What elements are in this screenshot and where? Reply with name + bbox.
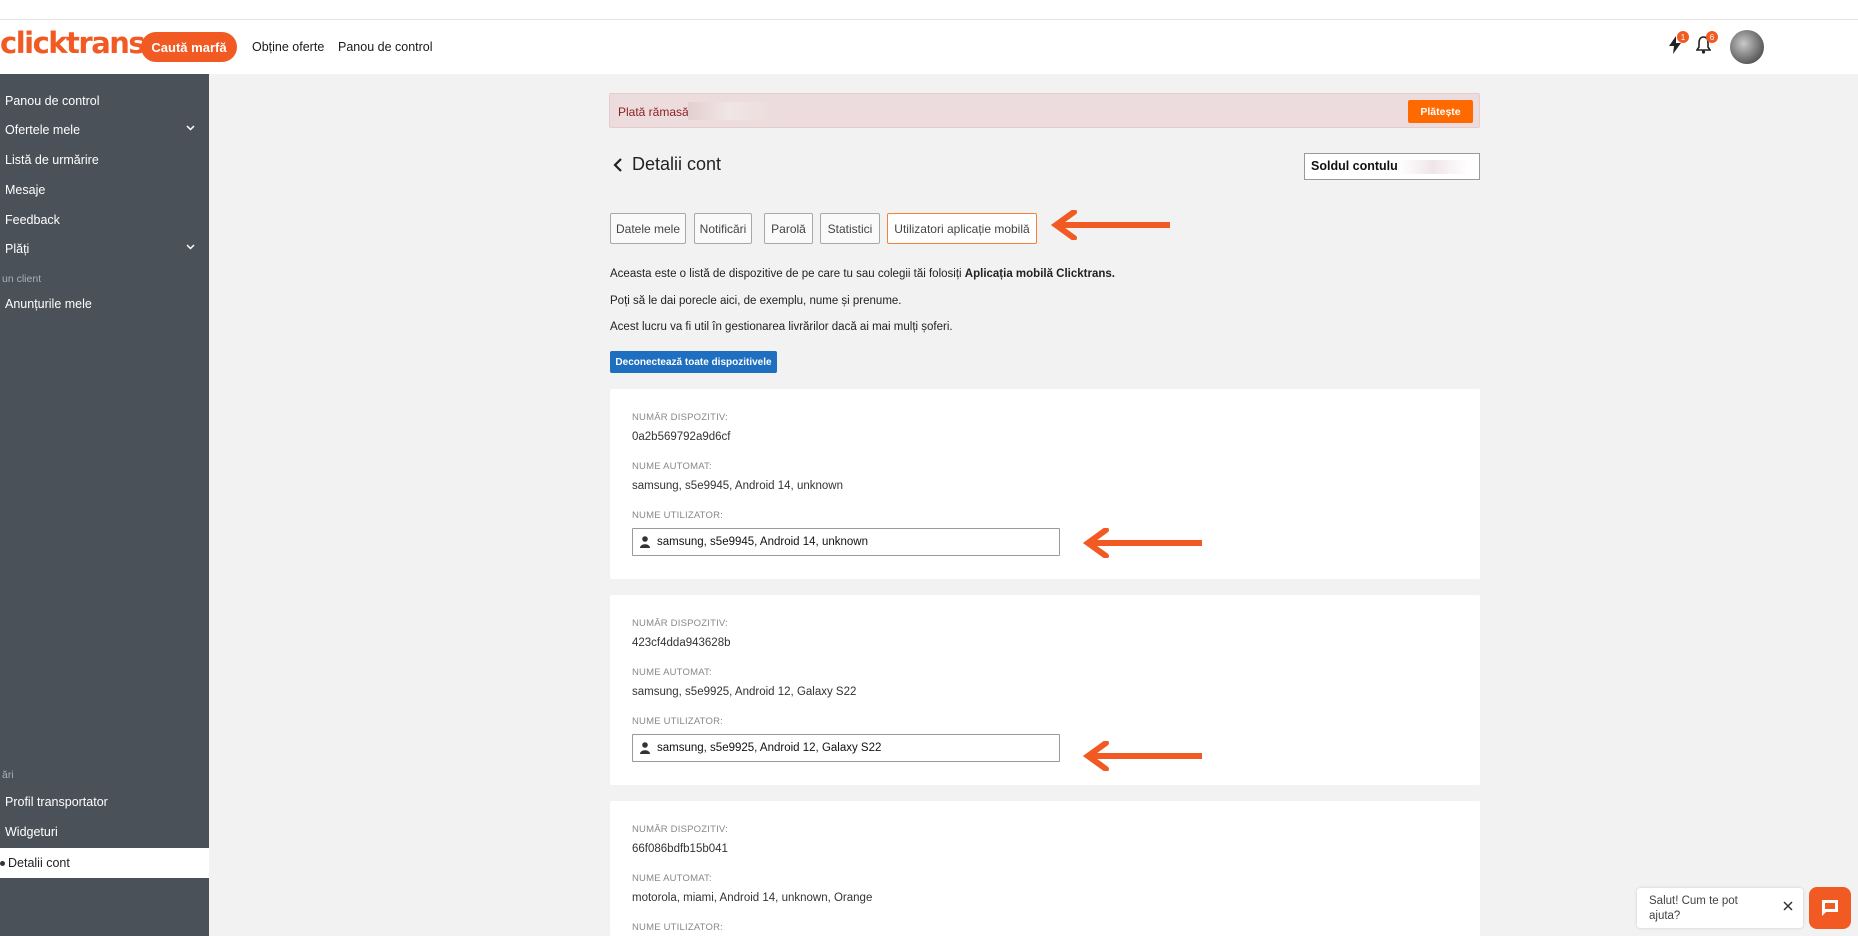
tab-password[interactable]: Parolă xyxy=(764,213,813,244)
auto-name: samsung, s5e9925, Android 12, Galaxy S22 xyxy=(632,686,857,698)
annotation-arrow-icon xyxy=(1082,528,1202,558)
bell-icon[interactable]: 6 xyxy=(1695,31,1718,59)
device-number: 423cf4dda943628b xyxy=(632,637,731,649)
auto-name-label: NUME AUTOMAT: xyxy=(632,667,712,678)
sidebar-item-payments[interactable]: Plăți xyxy=(5,242,29,256)
auto-name: samsung, s5e9945, Android 14, unknown xyxy=(632,480,843,492)
page-title: Detalii cont xyxy=(632,154,722,174)
auto-name: motorola, miami, Android 14, unknown, Or… xyxy=(632,892,873,904)
sidebar-item-feedback[interactable]: Feedback xyxy=(5,213,60,227)
sidebar-section-client: un client xyxy=(2,273,42,285)
account-balance-label: Soldul contului - xyxy=(1311,159,1409,173)
device-card: NUMĂR DISPOZITIV: 66f086bdfb15b041 NUME … xyxy=(610,801,1480,936)
redacted-amount xyxy=(688,102,772,120)
back-chevron-icon[interactable] xyxy=(613,157,623,178)
auto-name-label: NUME AUTOMAT: xyxy=(632,461,712,472)
chat-greeting: Salut! Cum te pot ajuta? xyxy=(1649,895,1738,922)
sidebar-item-my-offers[interactable]: Ofertele mele xyxy=(5,123,205,137)
device-number-label: NUMĂR DISPOZITIV: xyxy=(632,824,728,835)
description-line-2: Poți să le dai porecle aici, de exemplu,… xyxy=(610,295,902,307)
device-number-label: NUMĂR DISPOZITIV: xyxy=(632,618,728,629)
user-name-value: samsung, s5e9925, Android 12, Galaxy S22 xyxy=(657,742,882,754)
user-icon xyxy=(640,536,650,548)
device-number-label: NUMĂR DISPOZITIV: xyxy=(632,412,728,423)
disconnect-all-button[interactable]: Deconectează toate dispozitivele xyxy=(610,351,777,373)
annotation-arrow-icon xyxy=(1050,210,1170,240)
dashboard-link[interactable]: Panou de control xyxy=(338,40,433,54)
account-balance: Soldul contului - xyxy=(1304,153,1480,180)
close-icon[interactable] xyxy=(1783,898,1793,916)
tab-statistics[interactable]: Statistici xyxy=(820,213,880,244)
sidebar: Panou de control Ofertele mele Listă de … xyxy=(0,74,209,936)
sidebar-section-settings: ări xyxy=(2,769,14,781)
sidebar-item-my-ads[interactable]: Anunțurile mele xyxy=(5,297,92,311)
search-cargo-button[interactable]: Caută marfă xyxy=(141,32,237,62)
chat-bubble[interactable]: Salut! Cum te pot ajuta? xyxy=(1637,888,1803,928)
device-card: NUMĂR DISPOZITIV: 423cf4dda943628b NUME … xyxy=(610,595,1480,785)
user-avatar[interactable] xyxy=(1730,30,1764,64)
lightning-badge: 1 xyxy=(1677,31,1689,43)
sidebar-item-messages[interactable]: Mesaje xyxy=(5,183,45,197)
description-line-1: Aceasta este o listă de dispozitive de p… xyxy=(610,268,1115,280)
user-icon xyxy=(640,742,650,754)
sidebar-item-account-details[interactable]: Detalii cont xyxy=(0,848,209,878)
clicktrans-logo[interactable]: clicktrans xyxy=(0,26,146,60)
description-line-3: Acest lucru va fi util în gestionarea li… xyxy=(610,321,953,333)
bell-badge: 6 xyxy=(1706,31,1718,43)
chevron-down-icon[interactable] xyxy=(186,122,195,134)
app-name: Aplicația mobilă Clicktrans. xyxy=(964,268,1115,280)
tab-my-data[interactable]: Datele mele xyxy=(610,213,686,244)
chat-icon xyxy=(1822,900,1838,916)
get-offers-link[interactable]: Obține oferte xyxy=(252,40,324,54)
annotation-arrow-icon xyxy=(1082,741,1202,771)
redacted-balance xyxy=(1398,160,1468,174)
sidebar-item-dashboard[interactable]: Panou de control xyxy=(5,94,100,108)
user-name-label: NUME UTILIZATOR: xyxy=(632,922,723,933)
user-name-value: samsung, s5e9945, Android 14, unknown xyxy=(657,536,868,548)
lightning-icon[interactable]: 1 xyxy=(1668,31,1689,59)
device-card: NUMĂR DISPOZITIV: 0a2b569792a9d6cf NUME … xyxy=(610,389,1480,579)
user-name-input[interactable]: samsung, s5e9945, Android 14, unknown xyxy=(632,528,1060,556)
sidebar-item-label: Ofertele mele xyxy=(5,123,81,137)
tab-notifications[interactable]: Notificări xyxy=(694,213,752,244)
sidebar-item-watchlist[interactable]: Listă de urmărire xyxy=(5,153,99,167)
auto-name-label: NUME AUTOMAT: xyxy=(632,873,712,884)
top-bar xyxy=(0,0,1858,74)
user-name-label: NUME UTILIZATOR: xyxy=(632,716,723,727)
top-divider xyxy=(0,19,1858,20)
tab-mobile-app-users[interactable]: Utilizatori aplicație mobilă xyxy=(887,213,1037,244)
payment-alert-text: Plată rămasă: xyxy=(618,105,693,119)
sidebar-item-label: Detalii cont xyxy=(8,856,70,870)
chat-launcher-button[interactable] xyxy=(1809,887,1851,929)
active-dot xyxy=(0,861,5,866)
user-name-label: NUME UTILIZATOR: xyxy=(632,510,723,521)
sidebar-item-widgets[interactable]: Widgeturi xyxy=(5,825,58,839)
payment-alert: Plată rămasă: Plătește xyxy=(609,93,1480,128)
chevron-down-icon[interactable] xyxy=(186,241,195,253)
sidebar-item-carrier-profile[interactable]: Profil transportator xyxy=(5,795,108,809)
device-number: 66f086bdfb15b041 xyxy=(632,843,728,855)
device-number: 0a2b569792a9d6cf xyxy=(632,431,731,443)
pay-button[interactable]: Plătește xyxy=(1408,100,1473,123)
user-name-input[interactable]: samsung, s5e9925, Android 12, Galaxy S22 xyxy=(632,734,1060,762)
description-text: Aceasta este o listă de dispozitive de p… xyxy=(610,268,965,280)
